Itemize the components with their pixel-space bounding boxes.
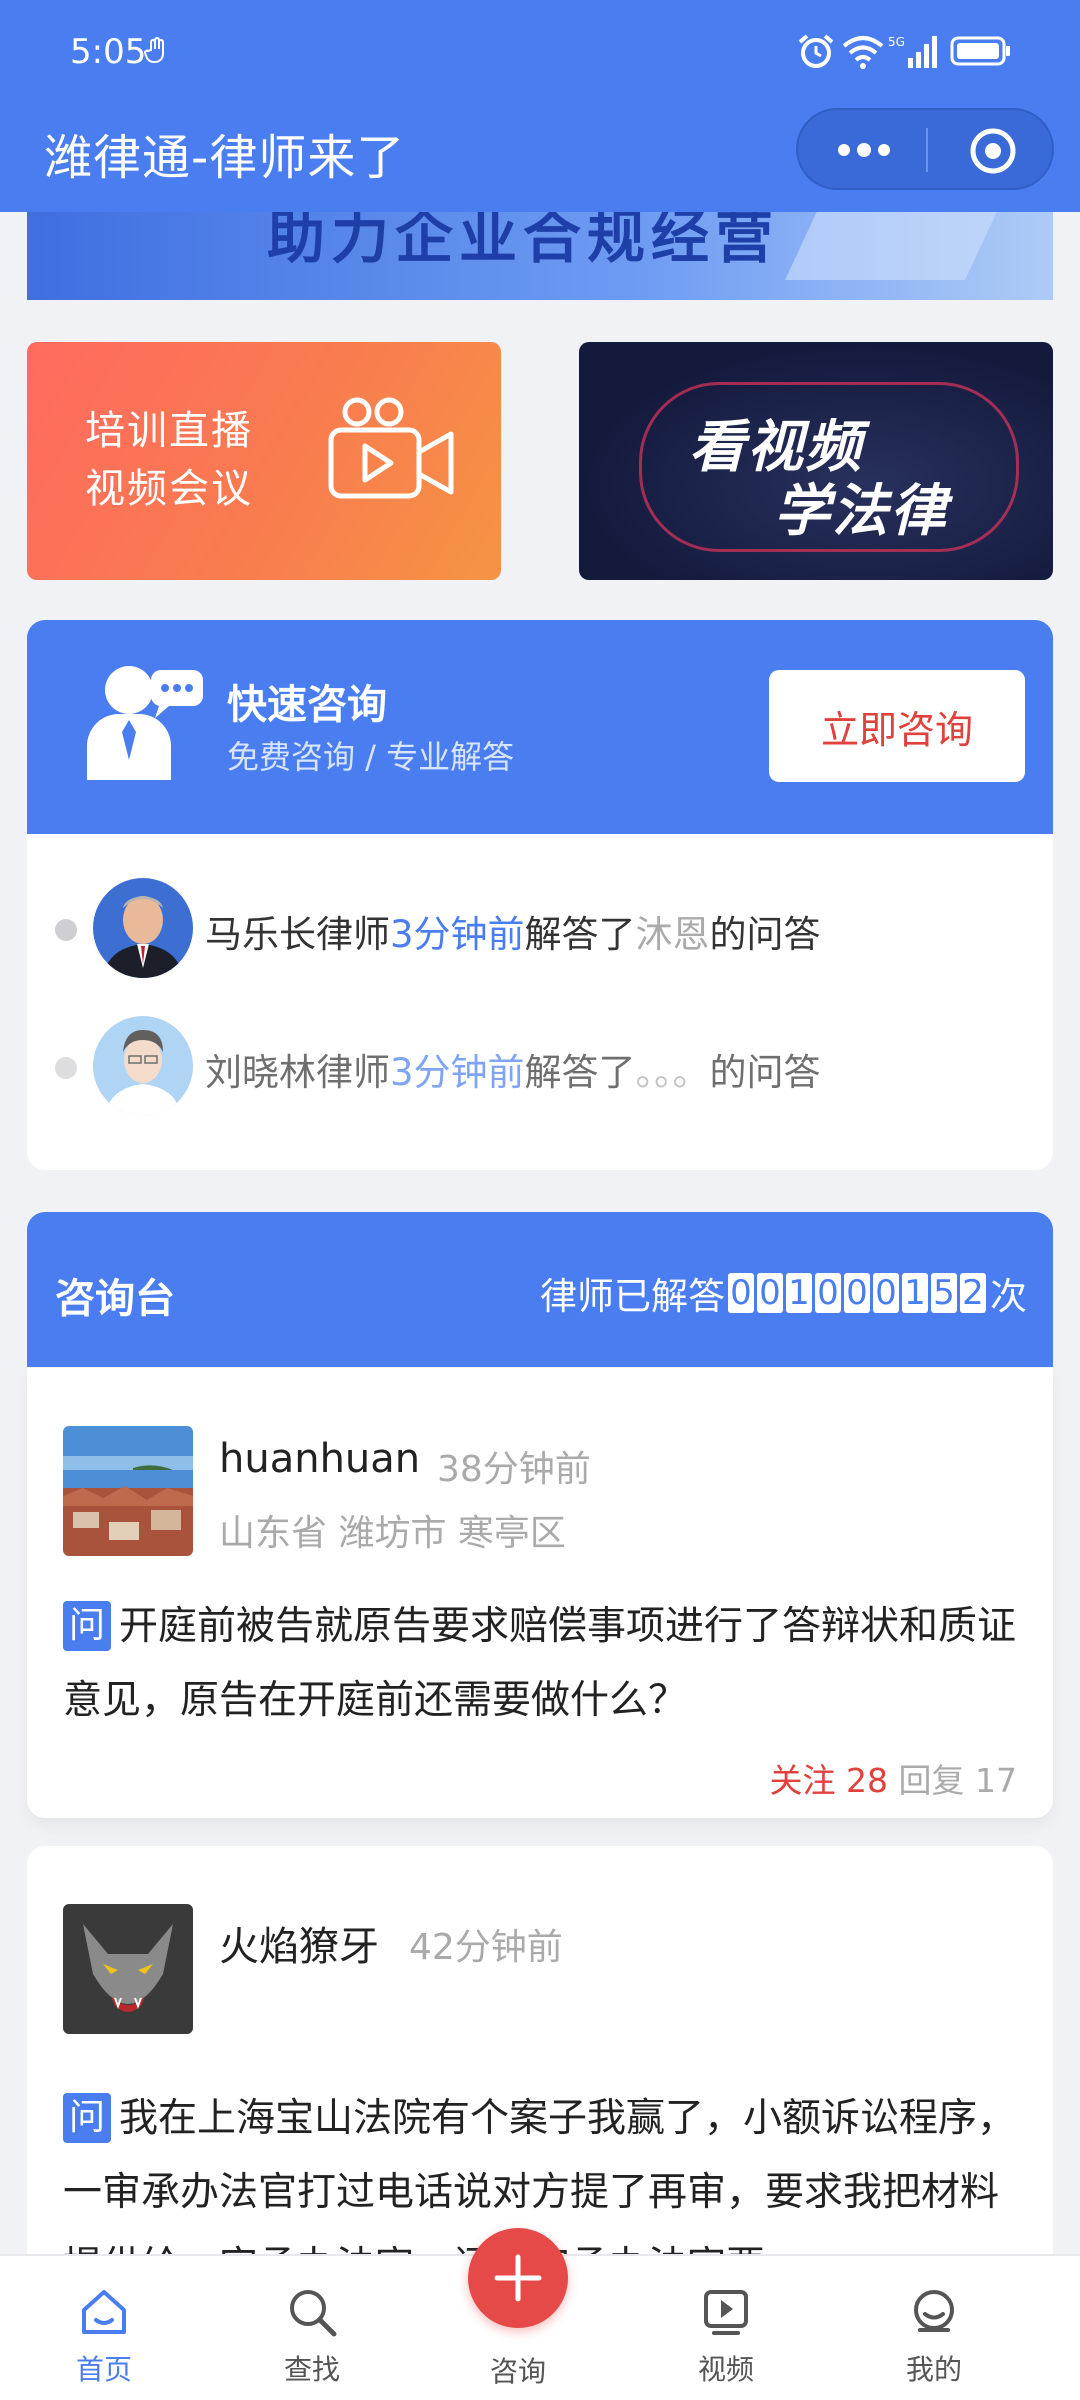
miniprogram-capsule — [796, 108, 1054, 190]
reply-count[interactable]: 回复 17 — [899, 1761, 1018, 1800]
video-law-line2: 学法律 — [774, 479, 948, 544]
consult-desk-title: 咨询台 — [55, 1276, 175, 1322]
lawyer-consult-icon — [87, 666, 203, 780]
bullet-dot — [55, 1057, 77, 1079]
nav-video-label: 视频 — [697, 2353, 754, 2386]
more-icon[interactable] — [834, 140, 894, 160]
video-law-banner[interactable]: 看视频 学法律 — [579, 342, 1053, 580]
answer-text: 刘晓林律师3分钟前解答了。。。的问答 — [205, 1051, 821, 1094]
nav-profile[interactable]: 我的 — [874, 2286, 994, 2388]
svg-text:5G: 5G — [888, 35, 905, 49]
home-icon — [82, 2290, 126, 2334]
alarm-icon — [798, 34, 834, 68]
live-training-line2: 视频会议 — [85, 466, 253, 512]
close-miniprogram-icon[interactable] — [968, 126, 1018, 176]
counter-digit: 2 — [960, 1273, 986, 1313]
gesture-icon — [144, 37, 164, 64]
consult-now-button[interactable]: 立即咨询 — [769, 670, 1025, 782]
user-avatar — [63, 1904, 193, 2034]
answer-list-item[interactable]: 马乐长律师3分钟前解答了沐恩的问答 — [27, 872, 1053, 982]
live-training-text: 培训直播 视频会议 — [85, 402, 253, 518]
plus-icon — [494, 2254, 542, 2302]
counter-suffix: 次 — [990, 1275, 1027, 1318]
live-training-banner[interactable]: 培训直播 视频会议 — [27, 342, 501, 580]
title-bar: 潍律通-律师来了 — [0, 104, 1080, 212]
status-time: 5:05 — [70, 32, 147, 72]
wifi-icon — [842, 36, 884, 69]
counter-digit: 0 — [844, 1273, 870, 1313]
question-badge: 问 — [63, 1601, 111, 1651]
video-camera-icon — [328, 397, 454, 499]
post-username: 火焰獠牙 — [219, 1924, 379, 1970]
counter-digit: 0 — [757, 1273, 783, 1313]
battery-icon — [950, 36, 1010, 66]
quick-consult-card: 快速咨询 免费咨询 / 专业解答 立即咨询 马乐长律师3分钟前解答了沐恩的问答 — [27, 620, 1053, 1170]
counter-digit: 1 — [786, 1273, 812, 1313]
question-badge: 问 — [63, 2093, 111, 2143]
status-bar: 5:05 5G — [0, 0, 1080, 104]
counter-digit: 0 — [873, 1273, 899, 1313]
counter-digit: 5 — [931, 1273, 957, 1313]
nav-search-label: 查找 — [283, 2353, 340, 2386]
quick-consult-subtitle: 免费咨询 / 专业解答 — [227, 738, 515, 776]
post-username: huanhuan — [219, 1436, 421, 1482]
cellular-signal-icon: 5G — [888, 35, 937, 68]
answer-text: 马乐长律师3分钟前解答了沐恩的问答 — [205, 913, 821, 956]
post-time: 42分钟前 — [409, 1927, 563, 1968]
live-training-line1: 培训直播 — [85, 408, 253, 454]
nav-consult[interactable]: 咨询 — [458, 2340, 578, 2390]
lawyer-avatar — [93, 1016, 193, 1116]
search-icon — [290, 2290, 337, 2337]
answered-counter: 律师已解答 0 0 1 0 0 0 1 5 2 次 — [540, 1266, 1027, 1320]
quick-consult-title: 快速咨询 — [227, 682, 387, 728]
nav-search[interactable]: 查找 — [252, 2286, 372, 2388]
video-icon — [704, 2290, 748, 2335]
app-header: 5:05 5G 潍律通-律师来了 — [0, 0, 1080, 212]
question-card[interactable]: huanhuan 38分钟前 山东省 潍坊市 寒亭区 问开庭前被告就原告要求赔偿… — [27, 1368, 1053, 1818]
counter-digit: 1 — [902, 1273, 928, 1313]
counter-digit: 0 — [815, 1273, 841, 1313]
counter-prefix: 律师已解答 — [540, 1275, 725, 1318]
post-time: 38分钟前 — [437, 1449, 591, 1490]
page-title: 潍律通-律师来了 — [44, 130, 406, 186]
user-avatar — [63, 1426, 193, 1556]
profile-icon — [914, 2290, 954, 2332]
nav-home[interactable]: 首页 — [44, 2286, 164, 2388]
bullet-dot — [55, 919, 77, 941]
consult-desk-header: 咨询台 律师已解答 0 0 1 0 0 0 1 5 2 次 — [27, 1212, 1053, 1367]
question-content: 问开庭前被告就原告要求赔偿事项进行了答辩状和质证意见，原告在开庭前还需要做什么？ — [63, 1590, 1023, 1738]
quick-consult-header: 快速咨询 免费咨询 / 专业解答 立即咨询 — [27, 620, 1053, 834]
nav-profile-label: 我的 — [905, 2353, 962, 2386]
nav-consult-label: 咨询 — [489, 2355, 546, 2388]
consult-fab-button[interactable] — [468, 2228, 568, 2328]
follow-count[interactable]: 关注 28 — [770, 1761, 889, 1800]
capsule-divider — [926, 128, 928, 172]
counter-digit: 0 — [728, 1273, 754, 1313]
post-stats: 关注 28 回复 17 — [770, 1754, 1018, 1802]
post-location: 山东省 潍坊市 寒亭区 — [219, 1513, 566, 1554]
question-card[interactable]: 火焰獠牙 42分钟前 问我在上海宝山法院有个案子我赢了，小额诉讼程序，一审承办法… — [27, 1846, 1053, 2266]
nav-home-label: 首页 — [75, 2353, 132, 2386]
lawyer-avatar — [93, 878, 193, 978]
nav-video[interactable]: 视频 — [666, 2286, 786, 2388]
answer-list-item[interactable]: 刘晓林律师3分钟前解答了。。。的问答 — [27, 1010, 1053, 1120]
